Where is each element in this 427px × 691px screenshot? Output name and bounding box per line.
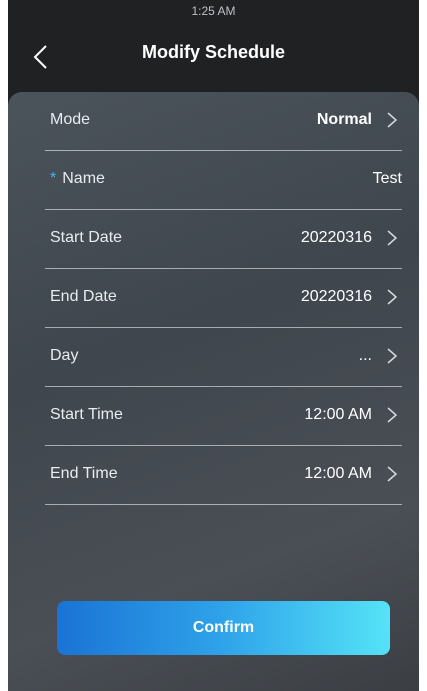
mode-value: Normal bbox=[316, 111, 372, 128]
day-label: Day bbox=[50, 347, 79, 364]
name-label-group: * Name bbox=[50, 170, 105, 188]
start-time-label: Start Time bbox=[50, 406, 123, 423]
name-row[interactable]: * Name Test bbox=[45, 151, 402, 210]
status-bar: 1:25 AM bbox=[8, 0, 419, 28]
start-date-row[interactable]: Start Date 20220316 bbox=[45, 210, 402, 269]
chevron-right-icon bbox=[387, 289, 398, 305]
end-time-row[interactable]: End Time 12:00 AM bbox=[45, 446, 402, 505]
day-value: ... bbox=[358, 347, 372, 364]
name-label: Name bbox=[62, 170, 105, 187]
status-time: 1:25 AM bbox=[191, 4, 236, 18]
chevron-right-icon bbox=[387, 348, 398, 364]
day-row[interactable]: Day ... bbox=[45, 328, 402, 387]
required-asterisk: * bbox=[50, 170, 57, 187]
mode-row[interactable]: Mode Normal bbox=[45, 92, 402, 151]
end-date-value: 20220316 bbox=[300, 288, 372, 305]
page-title: Modify Schedule bbox=[141, 42, 285, 62]
start-date-value: 20220316 bbox=[300, 229, 372, 246]
start-time-row[interactable]: Start Time 12:00 AM bbox=[45, 387, 402, 446]
header: Modify Schedule bbox=[8, 28, 419, 88]
name-value: Test bbox=[372, 170, 402, 187]
end-time-value: 12:00 AM bbox=[304, 465, 372, 482]
chevron-right-icon bbox=[387, 112, 398, 128]
start-date-label: Start Date bbox=[50, 229, 123, 246]
start-time-value: 12:00 AM bbox=[304, 406, 372, 423]
chevron-right-icon bbox=[387, 230, 398, 246]
end-date-row[interactable]: End Date 20220316 bbox=[45, 269, 402, 328]
device-screen: 1:25 AM Modify Schedule Mode Normal * Nam… bbox=[8, 0, 419, 691]
end-date-label: End Date bbox=[50, 288, 117, 305]
chevron-right-icon bbox=[387, 466, 398, 482]
confirm-button[interactable]: Confirm bbox=[57, 601, 390, 655]
chevron-right-icon bbox=[387, 407, 398, 423]
end-time-label: End Time bbox=[50, 465, 118, 482]
mode-label: Mode bbox=[50, 111, 91, 128]
